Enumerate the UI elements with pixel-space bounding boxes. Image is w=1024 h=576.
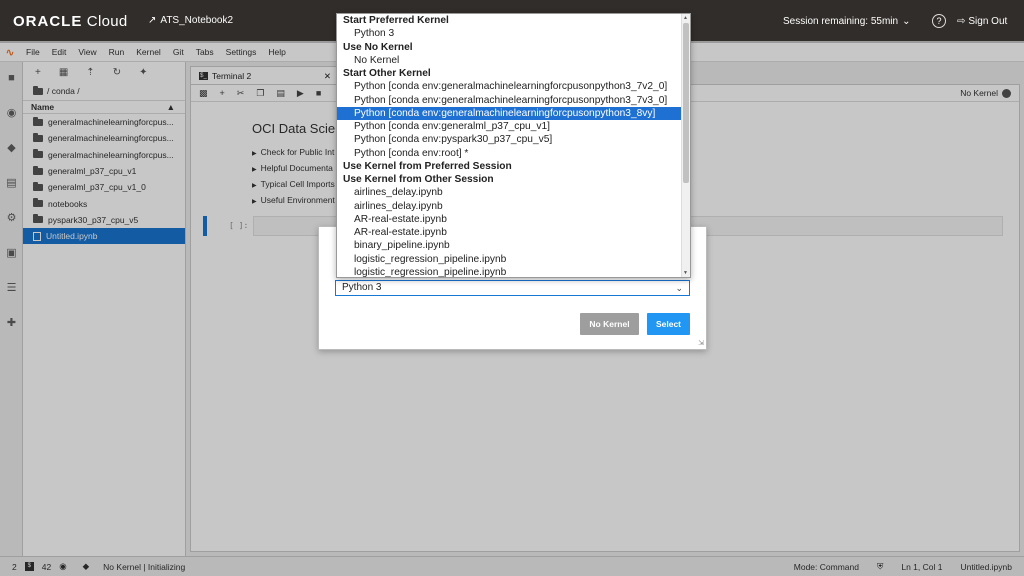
session-remaining[interactable]: Session remaining: 55min ⌄ [783, 16, 910, 27]
kernel-option[interactable]: AR-real-estate.ipynb [337, 226, 682, 239]
chevron-down-icon: ⌄ [675, 283, 683, 293]
option-group-header: Use Kernel from Preferred Session [343, 160, 512, 172]
oracle-cloud-logo[interactable]: ORACLE Cloud [13, 13, 128, 30]
external-link-icon: ↗ [148, 15, 157, 26]
notebook-session-name: ATS_Notebook2 [160, 15, 234, 26]
sign-out-icon: ⇨ [957, 16, 966, 27]
option-group-header: Use Kernel from Other Session [343, 174, 494, 185]
kernel-option[interactable]: Python [conda env:generalml_p37_cpu_v1] [337, 120, 682, 133]
kernel-option[interactable]: Python [conda env:pyspark30_p37_cpu_v5] [337, 133, 682, 146]
option-group-header: Use No Kernel [343, 41, 413, 53]
kernel-option[interactable]: logistic_regression_pipeline.ipynb [337, 266, 682, 277]
scrollbar[interactable]: ▲ ▼ [681, 14, 690, 277]
kernel-options: Start Preferred Kernel Python 3 Use No Ker… [337, 14, 682, 277]
notebook-session-link[interactable]: ↗ ATS_Notebook2 [148, 15, 233, 26]
kernel-dropdown-list: Start Preferred Kernel Python 3 Use No Ker… [336, 13, 691, 278]
kernel-option[interactable]: Python [conda env:generalmachinelearning… [337, 94, 682, 107]
select-button[interactable]: Select [647, 313, 690, 335]
scroll-down-icon[interactable]: ▼ [683, 270, 688, 276]
kernel-option[interactable]: logistic_regression_pipeline.ipynb [337, 253, 682, 266]
kernel-option[interactable]: Python [conda env:root] * [337, 147, 682, 160]
kernel-option[interactable]: airlines_delay.ipynb [337, 186, 682, 199]
resize-handle-icon[interactable]: ⇲ [698, 339, 704, 347]
scroll-up-icon[interactable]: ▲ [683, 15, 688, 21]
kernel-option[interactable]: Python [conda env:generalmachinelearning… [337, 80, 682, 93]
help-icon[interactable]: ? [932, 14, 946, 28]
kernel-option[interactable]: binary_pipeline.ipynb [337, 239, 682, 252]
sign-out-button[interactable]: ⇨ Sign Out [957, 16, 1007, 27]
no-kernel-button[interactable]: No Kernel [580, 313, 639, 335]
option-group-header: Start Preferred Kernel [343, 15, 449, 26]
kernel-option[interactable]: AR-real-estate.ipynb [337, 213, 682, 226]
kernel-option-selected[interactable]: Python [conda env:generalmachinelearning… [337, 106, 682, 120]
option-group-header: Start Other Kernel [343, 68, 431, 79]
kernel-option[interactable]: Python 3 [337, 27, 682, 40]
scrollbar-thumb[interactable] [683, 23, 689, 183]
chevron-down-icon: ⌄ [902, 16, 911, 27]
kernel-option[interactable]: No Kernel [337, 54, 682, 67]
kernel-option[interactable]: airlines_delay.ipynb [337, 200, 682, 213]
kernel-select[interactable]: Python 3 ⌄ [335, 280, 690, 296]
